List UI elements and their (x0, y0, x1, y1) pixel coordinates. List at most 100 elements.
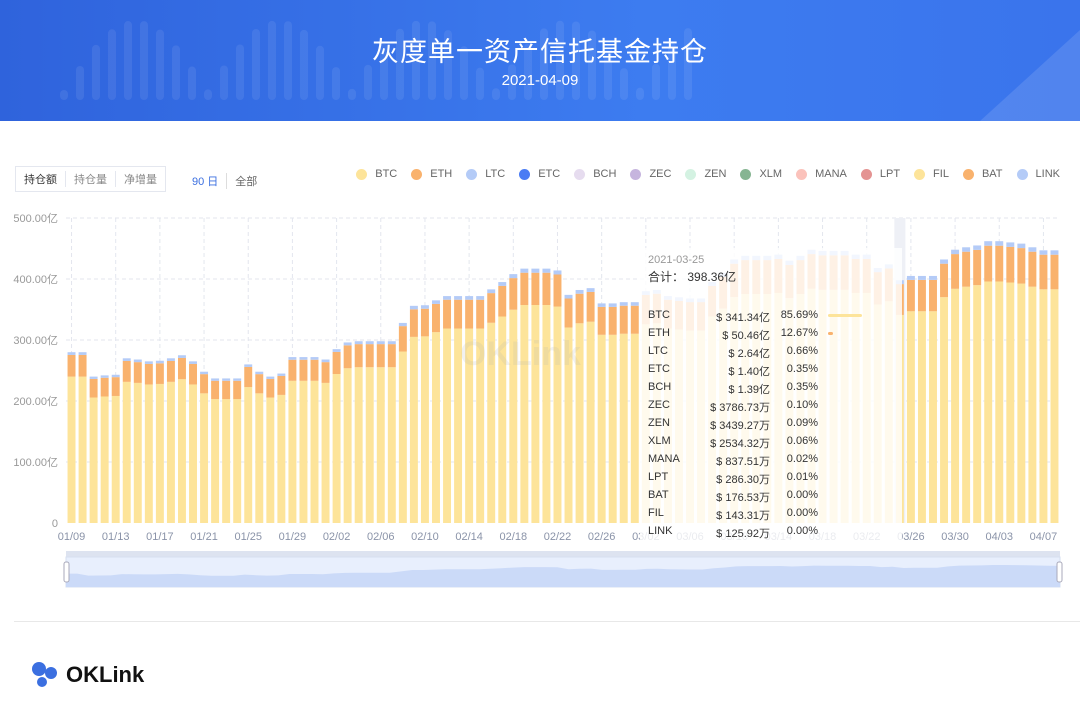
bar-stack[interactable] (211, 378, 219, 523)
bar-stack[interactable] (200, 372, 208, 523)
bar-stack[interactable] (366, 341, 374, 523)
bar-stack[interactable] (487, 289, 495, 523)
bar-stack[interactable] (79, 352, 87, 523)
bar-others (465, 296, 473, 300)
bar-stack[interactable] (134, 360, 142, 523)
bar-stack[interactable] (222, 378, 230, 523)
bar-stack[interactable] (344, 342, 352, 523)
tooltip-pct: 0.09% (787, 417, 818, 429)
bar-stack[interactable] (609, 303, 617, 523)
bar-stack[interactable] (399, 323, 407, 523)
bar-eth (421, 309, 429, 337)
bar-stack[interactable] (322, 360, 330, 523)
tab-holding-value[interactable]: 持仓额 (16, 171, 66, 187)
bar-stack[interactable] (542, 269, 550, 523)
bar-stack[interactable] (951, 250, 959, 523)
bar-eth (940, 264, 948, 297)
bar-stack[interactable] (288, 357, 296, 523)
bar-stack[interactable] (962, 247, 970, 523)
bar-stack[interactable] (465, 296, 473, 523)
bar-stack[interactable] (598, 303, 606, 523)
legend-item-bat[interactable]: BAT (963, 168, 1003, 180)
bar-stack[interactable] (918, 276, 926, 523)
datazoom-handle-bar[interactable] (66, 551, 1060, 557)
range-90d[interactable]: 90 日 (192, 173, 227, 189)
bar-stack[interactable] (90, 377, 98, 523)
bar-stack[interactable] (984, 241, 992, 523)
tab-net-increase[interactable]: 净增量 (116, 171, 165, 187)
bar-stack[interactable] (531, 269, 539, 523)
bar-stack[interactable] (554, 270, 562, 523)
bar-stack[interactable] (156, 361, 164, 523)
legend-label: LINK (1036, 168, 1060, 180)
oklink-logo: OKLink (30, 660, 144, 690)
tooltip-name: BCH (648, 381, 671, 393)
legend-item-mana[interactable]: MANA (796, 168, 847, 180)
bar-stack[interactable] (145, 361, 153, 523)
bar-others (631, 302, 639, 306)
bar-eth (68, 355, 76, 377)
bar-stack[interactable] (907, 276, 915, 523)
legend-item-bch[interactable]: BCH (574, 168, 616, 180)
bar-stack[interactable] (333, 349, 341, 523)
bar-stack[interactable] (576, 290, 584, 523)
bar-stack[interactable] (929, 276, 937, 523)
bar-stack[interactable] (498, 282, 506, 523)
bar-stack[interactable] (1039, 250, 1047, 523)
bar-stack[interactable] (167, 358, 175, 523)
legend-item-lpt[interactable]: LPT (861, 168, 900, 180)
bar-btc (311, 381, 319, 523)
bar-stack[interactable] (940, 259, 948, 523)
bar-stack[interactable] (587, 288, 595, 523)
bar-stack[interactable] (565, 295, 573, 523)
bar-stack[interactable] (631, 302, 639, 523)
bar-stack[interactable] (101, 375, 109, 523)
bar-stack[interactable] (388, 341, 396, 523)
bar-stack[interactable] (255, 372, 263, 523)
bar-stack[interactable] (112, 375, 120, 523)
bar-eth (79, 355, 87, 377)
bar-stack[interactable] (1028, 247, 1036, 523)
bar-stack[interactable] (443, 296, 451, 523)
bar-stack[interactable] (377, 341, 385, 523)
legend-item-etc[interactable]: ETC (519, 168, 560, 180)
legend-item-eth[interactable]: ETH (411, 168, 452, 180)
bar-stack[interactable] (355, 341, 363, 523)
bar-stack[interactable] (1006, 242, 1014, 523)
legend-item-btc[interactable]: BTC (356, 168, 397, 180)
bar-stack[interactable] (277, 374, 285, 523)
bar-stack[interactable] (68, 352, 76, 523)
bar-stack[interactable] (123, 358, 131, 523)
bar-stack[interactable] (432, 300, 440, 523)
bar-stack[interactable] (410, 306, 418, 523)
bar-stack[interactable] (973, 245, 981, 523)
bar-stack[interactable] (233, 378, 241, 523)
bar-stack[interactable] (311, 357, 319, 523)
legend-item-xlm[interactable]: XLM (740, 168, 782, 180)
bar-stack[interactable] (476, 296, 484, 523)
bar-stack[interactable] (1051, 250, 1059, 523)
bar-stack[interactable] (299, 357, 307, 523)
legend-item-fil[interactable]: FIL (914, 168, 949, 180)
bar-stack[interactable] (178, 355, 186, 523)
tab-holding-amount[interactable]: 持仓量 (66, 171, 116, 187)
bar-stack[interactable] (1017, 244, 1025, 523)
bar-stack[interactable] (995, 241, 1003, 523)
datazoom-right-handle[interactable] (1057, 562, 1062, 582)
legend-item-ltc[interactable]: LTC (466, 168, 505, 180)
legend-item-zen[interactable]: ZEN (685, 168, 726, 180)
legend-item-zec[interactable]: ZEC (630, 168, 671, 180)
bar-stack[interactable] (266, 377, 274, 523)
legend-label: ETC (538, 168, 560, 180)
datazoom-left-handle[interactable] (64, 562, 69, 582)
legend-item-link[interactable]: LINK (1017, 168, 1060, 180)
range-all[interactable]: 全部 (235, 173, 265, 189)
x-tick-label: 02/02 (323, 531, 351, 543)
bar-stack[interactable] (189, 361, 197, 523)
bar-stack[interactable] (620, 302, 628, 523)
bar-stack[interactable] (421, 305, 429, 523)
bar-stack[interactable] (509, 274, 517, 523)
bar-stack[interactable] (454, 296, 462, 523)
bar-stack[interactable] (520, 269, 528, 523)
bar-stack[interactable] (244, 364, 252, 523)
